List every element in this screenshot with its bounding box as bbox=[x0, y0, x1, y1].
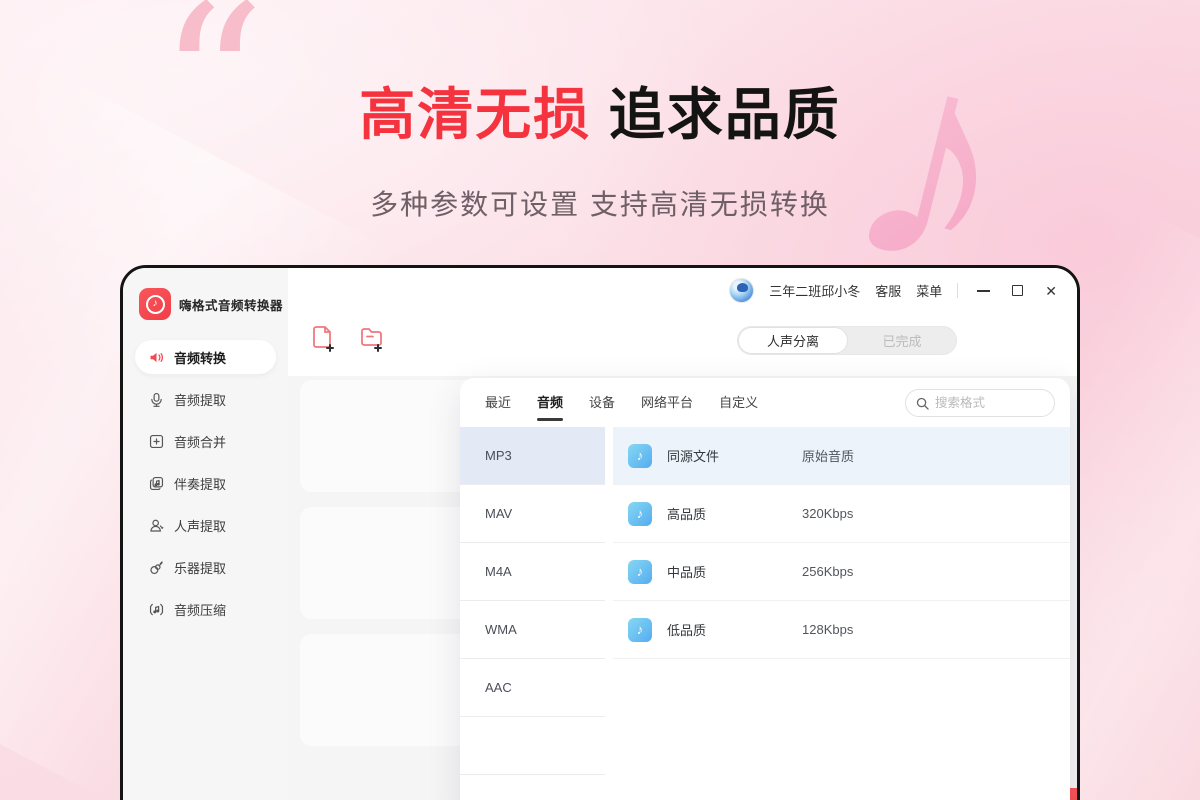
tab-vocal-separation[interactable]: 人声分离 bbox=[738, 327, 848, 354]
quality-row-high[interactable]: ♪ 高品质 320Kbps bbox=[613, 485, 1070, 543]
tab-audio[interactable]: 音频 bbox=[537, 392, 563, 421]
tab-device[interactable]: 设备 bbox=[589, 392, 615, 421]
music-note-icon: ♪ bbox=[628, 618, 652, 642]
username: 三年二班邱小冬 bbox=[769, 281, 860, 300]
sidebar-item-vocal-extract[interactable]: 人声提取 bbox=[135, 508, 276, 542]
quality-row-low[interactable]: ♪ 低品质 128Kbps bbox=[613, 601, 1070, 659]
format-row-mp3[interactable]: MP3 bbox=[460, 427, 605, 485]
search-icon bbox=[916, 397, 929, 410]
close-button[interactable]: ✕ bbox=[1045, 284, 1057, 298]
titlebar-divider bbox=[957, 283, 958, 298]
support-link[interactable]: 客服 bbox=[875, 281, 901, 300]
app-window: ♪ 嗨格式音频转换器 音频转换 音频提取 bbox=[120, 265, 1080, 800]
quality-name: 低品质 bbox=[667, 620, 802, 639]
sidebar-item-audio-convert[interactable]: 音频转换 bbox=[135, 340, 276, 374]
hero-section: 高清无损 追求品质 多种参数可设置 支持高清无损转换 bbox=[0, 70, 1200, 223]
logo-note-glyph: ♪ bbox=[146, 295, 165, 314]
tab-completed[interactable]: 已完成 bbox=[848, 327, 956, 354]
accompaniment-icon bbox=[147, 474, 165, 492]
avatar[interactable] bbox=[729, 278, 754, 303]
hero-title: 高清无损 追求品质 bbox=[0, 70, 1200, 151]
quality-bitrate: 320Kbps bbox=[802, 506, 853, 521]
page-background: ♪ “ 高清无损 追求品质 多种参数可设置 支持高清无损转换 ♪ 嗨格式音频转换… bbox=[0, 0, 1200, 800]
tab-custom[interactable]: 自定义 bbox=[719, 392, 758, 421]
vocal-icon bbox=[147, 516, 165, 534]
sidebar-item-label: 音频提取 bbox=[174, 390, 226, 409]
compress-icon bbox=[147, 600, 165, 618]
minimize-button[interactable] bbox=[977, 290, 990, 292]
window-controls: ✕ bbox=[977, 284, 1057, 298]
format-row-aac[interactable]: AAC bbox=[460, 659, 605, 717]
instrument-icon bbox=[147, 558, 165, 576]
sidebar-item-audio-extract[interactable]: 音频提取 bbox=[135, 382, 276, 416]
sidebar-item-label: 音频压缩 bbox=[174, 600, 226, 619]
quality-bitrate: 128Kbps bbox=[802, 622, 853, 637]
search-input[interactable] bbox=[935, 396, 1044, 410]
format-list: MP3 MAV M4A WMA AAC ♪ 同源文件 原始音质 bbox=[460, 427, 1070, 800]
quality-name: 高品质 bbox=[667, 504, 802, 523]
main-area: 伴奏提取 快速模式 伴奏提取 快速模式 伴奏提取 快速模式 三年二班邱小冬 客服… bbox=[288, 268, 1077, 800]
quality-row-medium[interactable]: ♪ 中品质 256Kbps bbox=[613, 543, 1070, 601]
format-row-empty bbox=[460, 717, 605, 775]
add-file-button[interactable] bbox=[310, 324, 337, 353]
speaker-icon bbox=[147, 348, 165, 366]
sidebar: ♪ 嗨格式音频转换器 音频转换 音频提取 bbox=[123, 268, 288, 800]
sidebar-item-accompaniment-extract[interactable]: 伴奏提取 bbox=[135, 466, 276, 500]
sidebar-item-label: 音频合并 bbox=[174, 432, 226, 451]
format-panel: 最近 音频 设备 网络平台 自定义 MP3 MAV M4A WMA bbox=[460, 378, 1070, 800]
microphone-icon bbox=[147, 390, 165, 408]
quality-row-source[interactable]: ♪ 同源文件 原始音质 bbox=[613, 427, 1070, 485]
hero-title-rest: 追求品质 bbox=[591, 83, 841, 146]
app-logo-icon: ♪ bbox=[139, 288, 171, 320]
quality-bitrate: 原始音质 bbox=[802, 446, 854, 465]
format-column: MP3 MAV M4A WMA AAC bbox=[460, 427, 605, 800]
quality-row-empty bbox=[613, 659, 1070, 717]
quality-bitrate: 256Kbps bbox=[802, 564, 853, 579]
search-box[interactable] bbox=[905, 389, 1055, 417]
mode-segmented-control: 人声分离 已完成 bbox=[737, 326, 957, 355]
music-note-icon: ♪ bbox=[628, 444, 652, 468]
format-tabs: 最近 音频 设备 网络平台 自定义 bbox=[485, 392, 758, 421]
sidebar-item-label: 伴奏提取 bbox=[174, 474, 226, 493]
format-row-wma[interactable]: WMA bbox=[460, 601, 605, 659]
sidebar-item-audio-compress[interactable]: 音频压缩 bbox=[135, 592, 276, 626]
sidebar-item-label: 乐器提取 bbox=[174, 558, 226, 577]
music-note-icon: ♪ bbox=[628, 502, 652, 526]
quality-name: 同源文件 bbox=[667, 446, 802, 465]
sidebar-nav: 音频转换 音频提取 音频合并 bbox=[123, 340, 288, 634]
maximize-button[interactable] bbox=[1012, 285, 1023, 296]
format-row-mav[interactable]: MAV bbox=[460, 485, 605, 543]
hero-subtitle: 多种参数可设置 支持高清无损转换 bbox=[0, 183, 1200, 223]
tab-recent[interactable]: 最近 bbox=[485, 392, 511, 421]
format-row-m4a[interactable]: M4A bbox=[460, 543, 605, 601]
sidebar-item-label: 音频转换 bbox=[174, 348, 226, 367]
titlebar: 三年二班邱小冬 客服 菜单 ✕ bbox=[729, 278, 1057, 303]
music-note-icon: ♪ bbox=[628, 560, 652, 584]
hero-title-highlight: 高清无损 bbox=[359, 83, 591, 146]
sidebar-item-label: 人声提取 bbox=[174, 516, 226, 535]
add-folder-button[interactable] bbox=[358, 324, 385, 353]
quality-column: ♪ 同源文件 原始音质 ♪ 高品质 320Kbps ♪ 中品质 256K bbox=[613, 427, 1070, 800]
sidebar-item-instrument-extract[interactable]: 乐器提取 bbox=[135, 550, 276, 584]
merge-icon bbox=[147, 432, 165, 450]
quality-name: 中品质 bbox=[667, 562, 802, 581]
sidebar-item-audio-merge[interactable]: 音频合并 bbox=[135, 424, 276, 458]
app-title: 嗨格式音频转换器 bbox=[179, 295, 283, 314]
app-brand: ♪ 嗨格式音频转换器 bbox=[139, 288, 283, 320]
menu-link[interactable]: 菜单 bbox=[916, 281, 942, 300]
tab-platform[interactable]: 网络平台 bbox=[641, 392, 693, 421]
